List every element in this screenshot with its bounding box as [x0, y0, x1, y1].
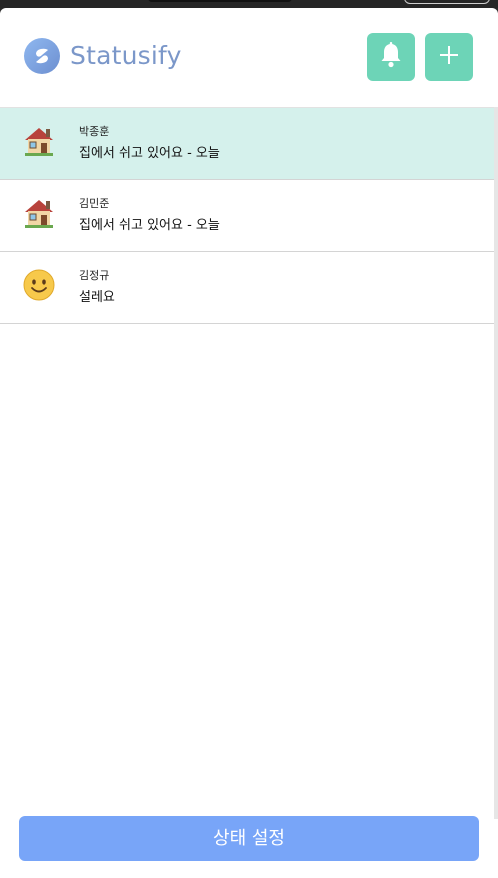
- brand-name: Statusify: [70, 41, 182, 70]
- list-item[interactable]: 김민준 집에서 쉬고 있어요 - 오늘: [0, 180, 494, 252]
- bell-icon: [379, 42, 403, 72]
- user-status: 설레요: [79, 290, 115, 305]
- set-status-button[interactable]: 상태 설정: [19, 816, 479, 861]
- list-item[interactable]: 박종훈 집에서 쉬고 있어요 - 오늘: [0, 107, 494, 180]
- header: Statusify: [0, 8, 498, 107]
- user-status-list: 박종훈 집에서 쉬고 있어요 - 오늘 김민준 집에서 쉬고 있어요 - 오늘: [0, 107, 494, 819]
- top-pill: [404, 0, 490, 4]
- list-item[interactable]: 김정규 설레요: [0, 252, 494, 324]
- top-notch: [148, 0, 292, 2]
- user-name: 김민준: [79, 197, 110, 210]
- plus-icon: [439, 45, 459, 69]
- user-name: 박종훈: [79, 125, 110, 138]
- add-button[interactable]: [425, 33, 473, 81]
- user-status: 집에서 쉬고 있어요 - 오늘: [79, 146, 220, 161]
- house-icon: [22, 196, 56, 230]
- app-container: Statusify 박종훈 집에서 쉬고 있어요 - 오늘 김민준 집에서 쉬고…: [0, 8, 498, 878]
- notifications-button[interactable]: [367, 33, 415, 81]
- user-name: 김정규: [79, 269, 110, 282]
- smile-icon: [22, 268, 56, 302]
- house-icon: [22, 124, 56, 158]
- user-status: 집에서 쉬고 있어요 - 오늘: [79, 218, 220, 233]
- statusify-logo-icon: [24, 38, 60, 74]
- window-top-strip: [0, 0, 498, 8]
- scrollbar[interactable]: [494, 107, 498, 819]
